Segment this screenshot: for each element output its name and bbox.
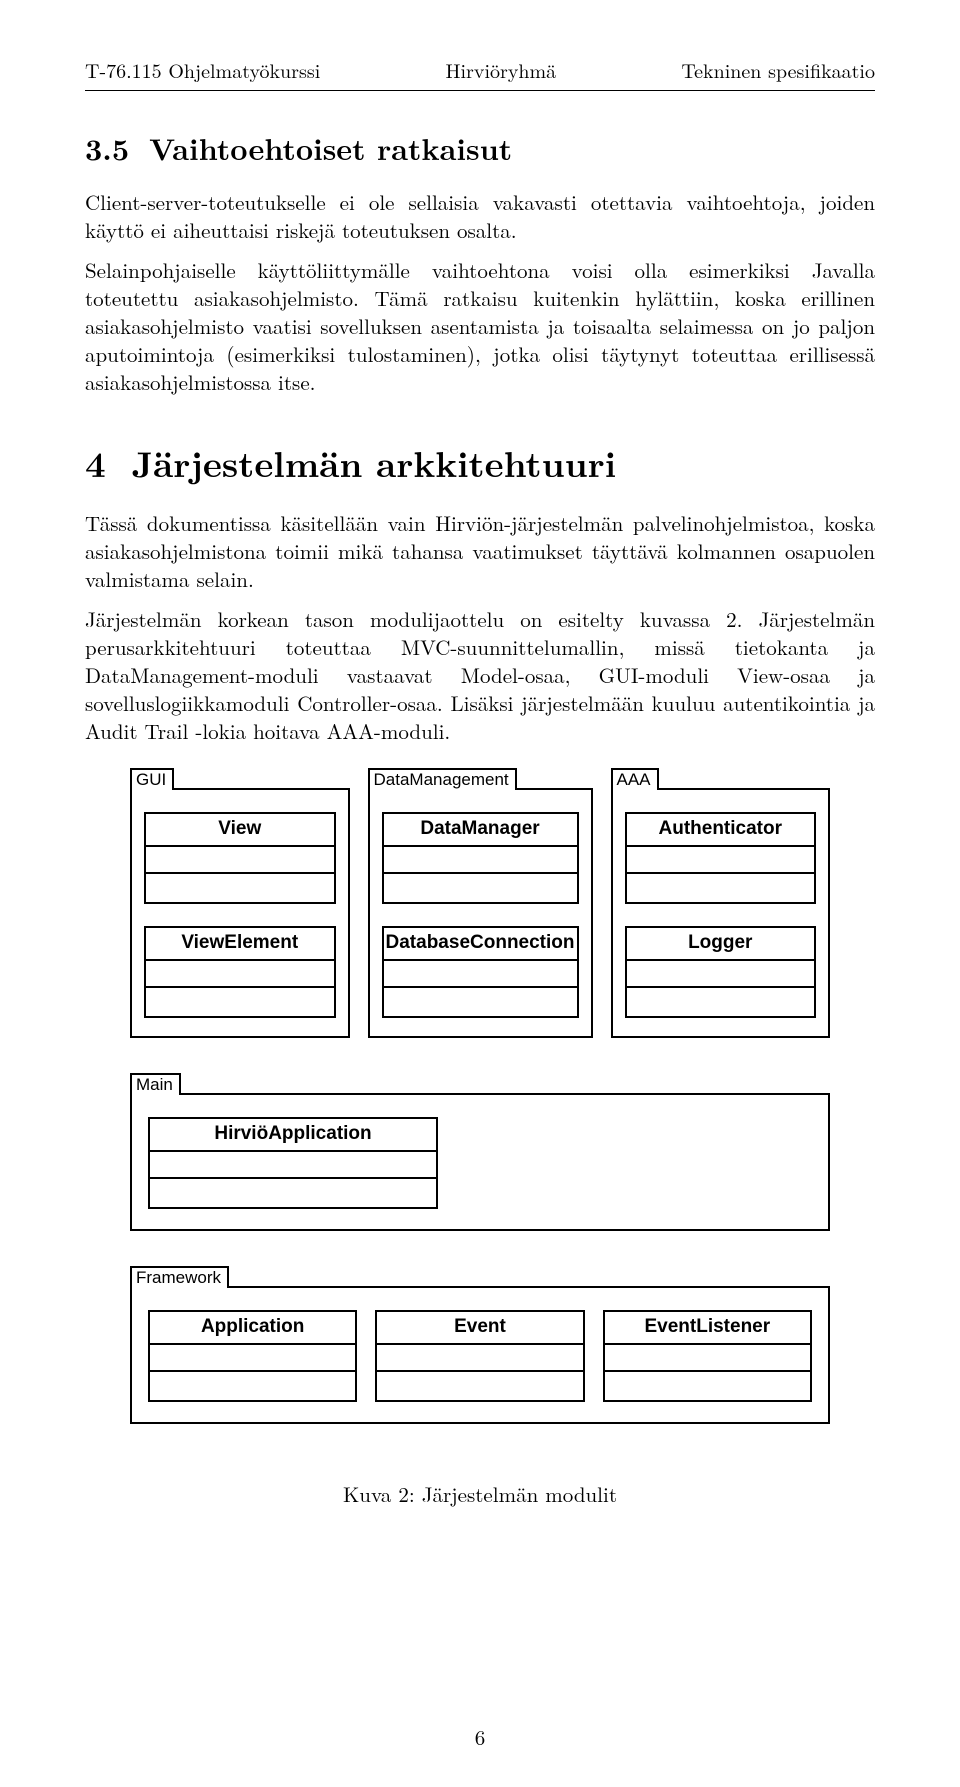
class-viewelement-title: ViewElement: [146, 928, 334, 961]
section-3-5-para-2: Selainpohjaiselle käyttöliittymälle vaih…: [85, 257, 875, 397]
package-datamanagement-label: DataManagement: [368, 768, 517, 790]
class-view-title: View: [146, 814, 334, 847]
class-databaseconnection: DatabaseConnection: [382, 926, 579, 1018]
class-authenticator-title: Authenticator: [627, 814, 815, 847]
class-logger: Logger: [625, 926, 817, 1018]
package-main: Main HirviöApplication: [130, 1093, 830, 1231]
class-eventlistener: EventListener: [603, 1310, 812, 1402]
package-aaa-label: AAA: [611, 768, 659, 790]
class-authenticator: Authenticator: [625, 812, 817, 904]
class-application-title: Application: [150, 1312, 355, 1345]
package-gui-label: GUI: [130, 768, 174, 790]
class-application: Application: [148, 1310, 357, 1402]
document-page: T-76.115 Ohjelmatyökurssi Hirviöryhmä Te…: [0, 0, 960, 1787]
header-center: Hirviöryhmä: [445, 55, 556, 84]
module-diagram: GUI View ViewElement DataManageme: [130, 766, 830, 1424]
class-datamanager-title: DataManager: [384, 814, 577, 847]
class-eventlistener-title: EventListener: [605, 1312, 810, 1345]
figure-caption: Kuva 2: Järjestelmän modulit: [85, 1479, 875, 1509]
class-logger-title: Logger: [627, 928, 815, 961]
class-datamanager: DataManager: [382, 812, 579, 904]
class-hirvioapplication: HirviöApplication: [148, 1117, 438, 1209]
class-event-title: Event: [377, 1312, 582, 1345]
header-left: T-76.115 Ohjelmatyökurssi: [85, 55, 320, 84]
chapter-4-para-2: Järjestelmän korkean tason modulijaottel…: [85, 606, 875, 746]
header-rule: [85, 90, 875, 91]
page-header: T-76.115 Ohjelmatyökurssi Hirviöryhmä Te…: [85, 55, 875, 84]
page-number: 6: [0, 1722, 960, 1752]
class-view: View: [144, 812, 336, 904]
chapter-title: Järjestelmän arkkitehtuuri: [132, 436, 616, 488]
header-right: Tekninen spesifikaatio: [681, 55, 875, 84]
package-gui: GUI View ViewElement: [130, 788, 350, 1038]
chapter-4-para-1: Tässä dokumentissa käsitellään vain Hirv…: [85, 510, 875, 594]
chapter-number: 4: [85, 436, 106, 488]
section-title: Vaihtoehtoiset ratkaisut: [149, 126, 512, 169]
package-framework-label: Framework: [130, 1266, 229, 1288]
package-main-label: Main: [130, 1073, 181, 1095]
section-3-5-para-1: Client-server-toteutukselle ei ole sella…: [85, 189, 875, 245]
class-event: Event: [375, 1310, 584, 1402]
package-framework: Framework Application Event EventListene…: [130, 1286, 830, 1424]
class-hirvioapplication-title: HirviöApplication: [150, 1119, 436, 1152]
package-aaa: AAA Authenticator Logger: [611, 788, 831, 1038]
class-viewelement: ViewElement: [144, 926, 336, 1018]
chapter-4-heading: 4 Järjestelmän arkkitehtuuri: [85, 436, 875, 488]
section-number: 3.5: [85, 126, 129, 169]
section-3-5-heading: 3.5 Vaihtoehtoiset ratkaisut: [85, 126, 875, 169]
class-databaseconnection-title: DatabaseConnection: [384, 928, 577, 961]
package-datamanagement: DataManagement DataManager DatabaseConne…: [368, 788, 593, 1038]
